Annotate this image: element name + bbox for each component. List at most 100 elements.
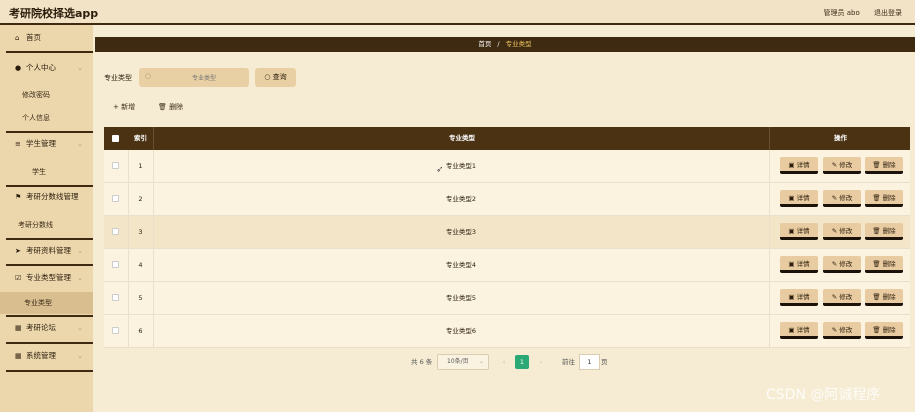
edit-button[interactable]: ✎ 修改 <box>823 289 861 306</box>
delete-button[interactable]: 🗑 删除 <box>865 289 903 306</box>
select-all-checkbox[interactable] <box>112 135 119 142</box>
watermark: CSDN @阿诚程序 <box>766 387 881 403</box>
edit-icon: ✎ <box>831 194 838 202</box>
delete-label: 删除 <box>882 293 896 301</box>
edit-label: 修改 <box>839 194 853 202</box>
delete-button[interactable]: 🗑 删除 <box>865 256 903 273</box>
detail-label: 详情 <box>796 326 810 334</box>
row-checkbox[interactable] <box>112 294 119 301</box>
sidebar-item-forum[interactable]: ▦ 考研论坛 ⌄ <box>0 318 93 338</box>
detail-button[interactable]: ▣ 详情 <box>780 289 818 306</box>
edit-label: 修改 <box>839 227 853 235</box>
edit-icon: ✎ <box>831 260 838 268</box>
row-checkbox[interactable] <box>112 261 119 268</box>
next-page-button[interactable]: › <box>534 355 548 369</box>
delete-label: 删除 <box>882 260 896 268</box>
sidebar-item-personal[interactable]: ● 个人中心 ⌄ <box>0 58 93 78</box>
search-field[interactable]: ○ <box>139 68 249 87</box>
row-index: 1 <box>138 162 143 170</box>
breadcrumb-home[interactable]: 首页 <box>478 40 491 48</box>
checkbox-icon: ☑ <box>15 274 22 282</box>
edit-button[interactable]: ✎ 修改 <box>823 256 861 273</box>
sidebar-item-home[interactable]: ⌂ 首页 <box>0 28 93 48</box>
app-title: 考研院校择选app <box>9 7 99 20</box>
menu-divider <box>6 264 93 266</box>
delete-label: 删除 <box>882 326 896 334</box>
delete-label: 删除 <box>882 227 896 235</box>
detail-label: 详情 <box>796 194 810 202</box>
chevron-down-icon: ⌄ <box>478 358 484 365</box>
table-row: 2 专业类型2 ▣ 详情 ✎ 修改 🗑 删除 <box>104 183 910 216</box>
menu-divider <box>6 131 93 133</box>
sidebar-item-change-password[interactable]: 修改密码 <box>0 85 93 105</box>
sidebar-item-student[interactable]: 学生 <box>0 162 93 182</box>
edit-label: 修改 <box>839 293 853 301</box>
goto-page-input[interactable]: 1 <box>579 354 600 370</box>
detail-button[interactable]: ▣ 详情 <box>780 223 818 240</box>
chevron-down-icon: ⌄ <box>77 247 83 255</box>
row-checkbox[interactable] <box>112 327 119 334</box>
detail-icon: ▣ <box>788 293 795 301</box>
sidebar-item-personal-info[interactable]: 个人信息 <box>0 108 93 128</box>
cell-divider <box>769 150 770 183</box>
edit-label: 修改 <box>839 161 853 169</box>
row-checkbox[interactable] <box>112 195 119 202</box>
add-button[interactable]: + 新增 <box>113 102 135 112</box>
plus-icon: + <box>113 103 119 111</box>
detail-button[interactable]: ▣ 详情 <box>780 256 818 273</box>
chevron-down-icon: ⌄ <box>77 140 83 148</box>
sidebar-item-material-mgmt[interactable]: ➤ 考研资料管理 ⌄ <box>0 241 93 261</box>
detail-button[interactable]: ▣ 详情 <box>780 322 818 339</box>
logout-link[interactable]: 退出登录 <box>874 9 902 17</box>
query-button[interactable]: ○ 查询 <box>255 68 296 87</box>
row-checkbox[interactable] <box>112 162 119 169</box>
prev-page-button[interactable]: ‹ <box>497 355 511 369</box>
page-size-select[interactable]: 10条/页 ⌄ <box>437 354 489 370</box>
delete-button[interactable]: 🗑 删除 <box>865 157 903 174</box>
table-row: 1 专业类型1 ▣ 详情 ✎ 修改 🗑 删除 <box>104 150 910 183</box>
detail-button[interactable]: ▣ 详情 <box>780 190 818 207</box>
mouse-cursor-icon: ➶ <box>436 165 444 175</box>
row-checkbox[interactable] <box>112 228 119 235</box>
sidebar-item-major-type[interactable]: 专业类型 <box>0 292 93 314</box>
page-unit-label: 页 <box>601 358 608 366</box>
sidebar-item-label: 考研资料管理 <box>26 246 71 255</box>
sidebar-item-student-mgmt[interactable]: ≡ 学生管理 ⌄ <box>0 134 93 154</box>
sidebar-item-label: 系统管理 <box>26 351 56 360</box>
search-input[interactable] <box>159 71 249 85</box>
edit-icon: ✎ <box>831 227 838 235</box>
header-index: 索引 <box>134 134 147 142</box>
delete-button[interactable]: 🗑 删除 <box>865 190 903 207</box>
page-number-current[interactable]: 1 <box>515 355 529 369</box>
edit-button[interactable]: ✎ 修改 <box>823 157 861 174</box>
row-index: 4 <box>138 261 143 269</box>
send-icon: ➤ <box>15 247 21 255</box>
sidebar-item-label: 专业类型管理 <box>26 273 71 282</box>
sidebar-item-score-mgmt[interactable]: ⚑ 考研分数线管理 <box>0 187 93 207</box>
trash-icon: 🗑 <box>872 293 881 301</box>
sidebar-item-system-mgmt[interactable]: ▦ 系统管理 ⌄ <box>0 346 93 366</box>
sidebar-item-label: 考研论坛 <box>26 323 56 332</box>
edit-button[interactable]: ✎ 修改 <box>823 322 861 339</box>
user-icon: ● <box>15 64 22 72</box>
chevron-down-icon: ⌄ <box>77 352 83 360</box>
menu-divider <box>6 342 93 344</box>
batch-delete-button[interactable]: 🗑 删除 <box>158 102 183 112</box>
delete-button[interactable]: 🗑 删除 <box>865 223 903 240</box>
grid-icon: ▦ <box>15 324 22 332</box>
menu-divider <box>6 315 93 317</box>
trash-icon: 🗑 <box>872 161 881 169</box>
table-row: 3 专业类型3 ▣ 详情 ✎ 修改 🗑 删除 <box>104 216 910 249</box>
cell-divider <box>769 216 770 249</box>
sidebar-item-score[interactable]: 考研分数线 <box>0 215 93 235</box>
row-index: 2 <box>138 195 143 203</box>
edit-button[interactable]: ✎ 修改 <box>823 190 861 207</box>
row-index: 6 <box>138 327 143 335</box>
row-major-type: 专业类型2 <box>445 195 477 203</box>
pagination-total: 共 6 条 <box>411 358 433 366</box>
edit-button[interactable]: ✎ 修改 <box>823 223 861 240</box>
detail-button[interactable]: ▣ 详情 <box>780 157 818 174</box>
delete-button[interactable]: 🗑 删除 <box>865 322 903 339</box>
sidebar-item-major-mgmt[interactable]: ☑ 专业类型管理 ⌄ <box>0 268 93 288</box>
goto-label: 前往 <box>562 358 575 366</box>
